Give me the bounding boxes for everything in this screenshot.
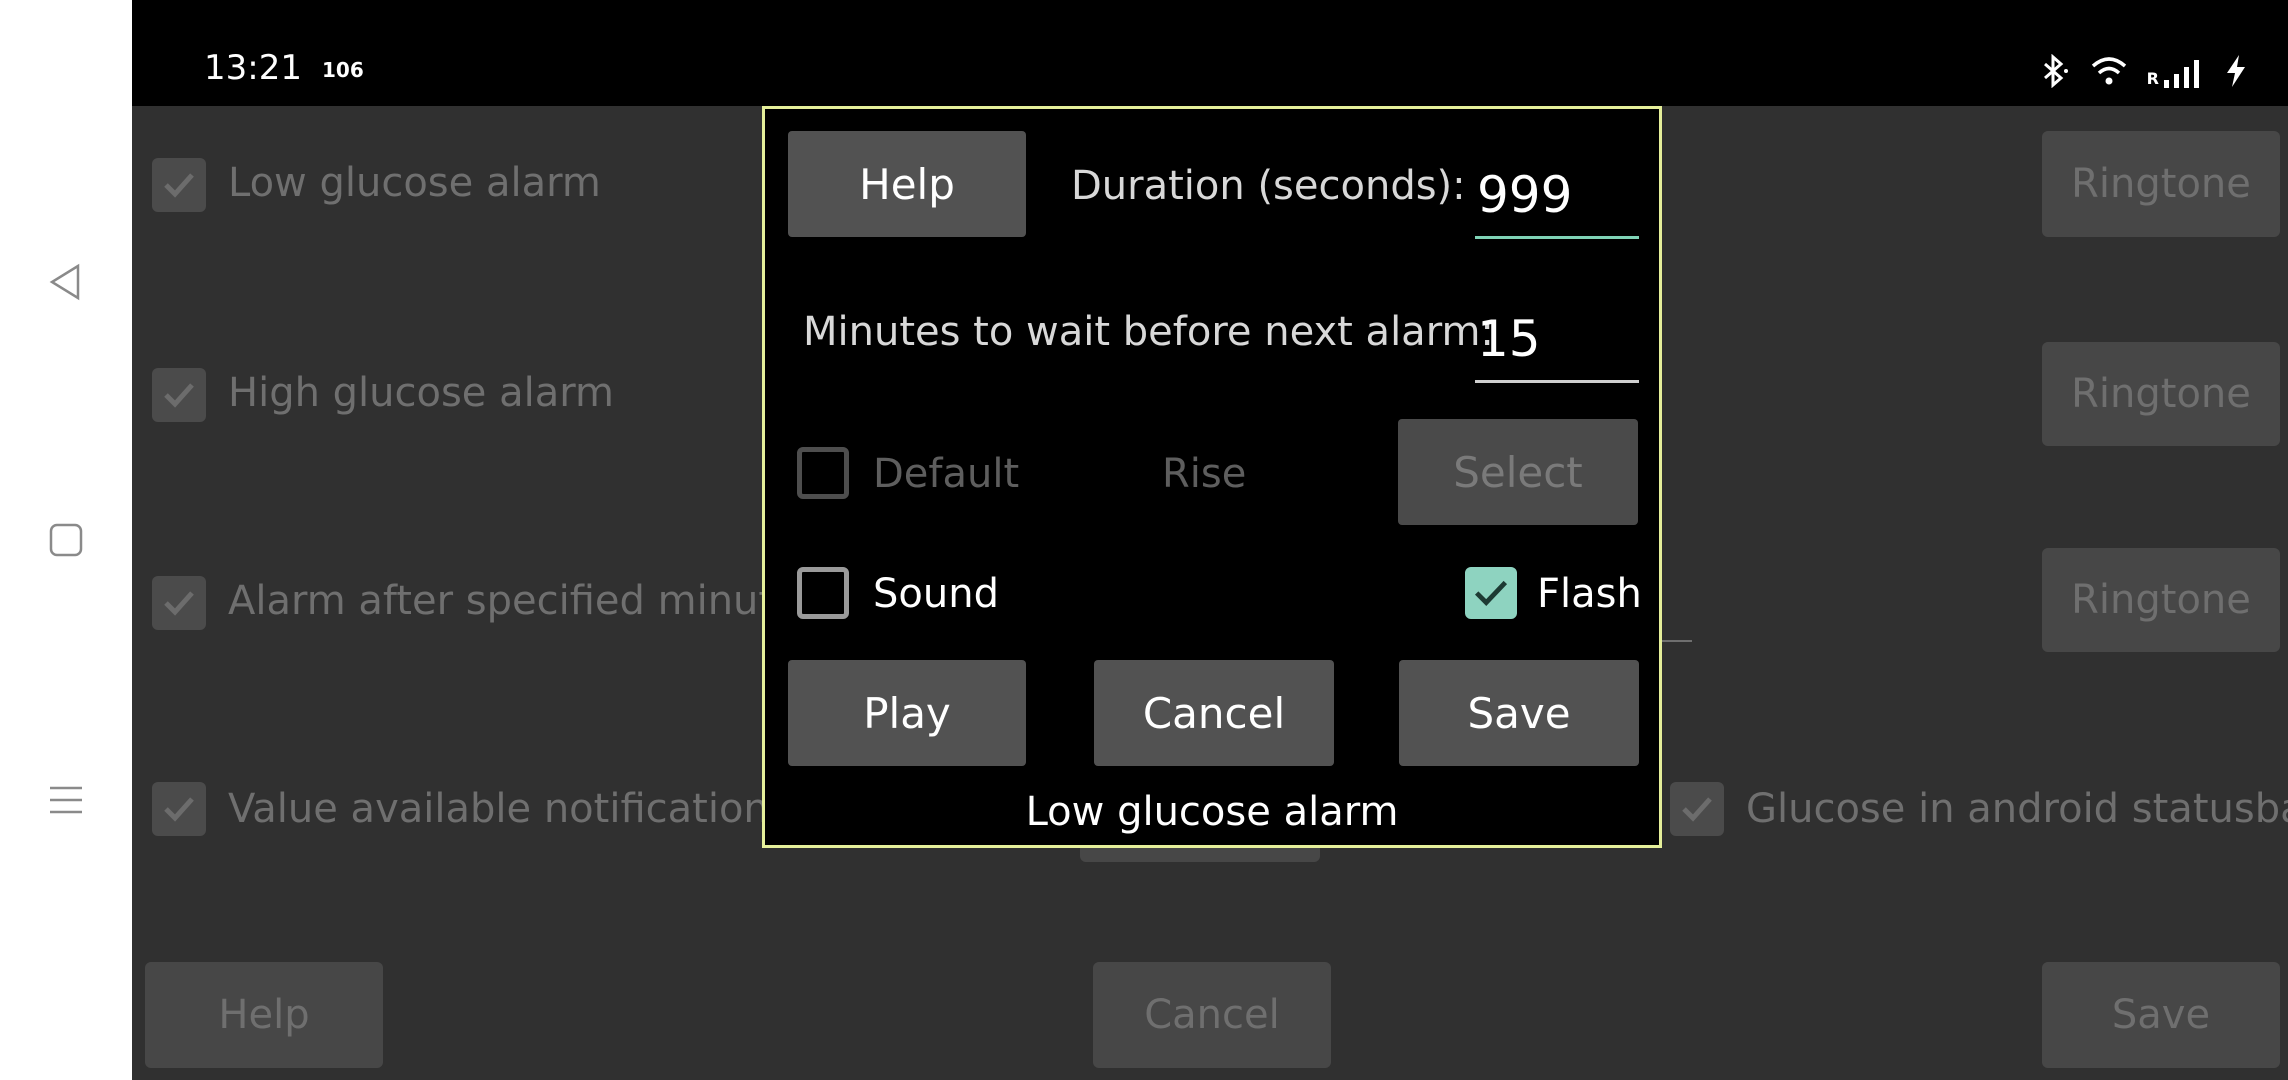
wait-minutes-input[interactable]: 15: [1475, 283, 1639, 383]
sound-label: Sound: [873, 571, 999, 617]
status-icons: R: [2037, 53, 2248, 92]
high-glucose-ringtone-button[interactable]: Ringtone: [2042, 342, 2280, 446]
checkmark-icon: [1474, 580, 1508, 606]
play-button[interactable]: Play: [788, 660, 1026, 766]
status-indicator: 106: [322, 58, 364, 82]
alarm-settings-dialog: Help Duration (seconds): 999 Minutes to …: [762, 106, 1662, 848]
status-time: 13:21: [204, 48, 302, 88]
select-ringtone-button[interactable]: Select: [1398, 419, 1638, 525]
statusbar-glucose-checkbox[interactable]: [1670, 782, 1724, 836]
signal-label: R: [2146, 69, 2159, 88]
alarm-after-minutes-label: Alarm after specified minute: [228, 578, 799, 624]
bluetooth-icon: [2037, 53, 2071, 92]
help-button[interactable]: Help: [788, 131, 1026, 237]
high-glucose-checkbox[interactable]: [152, 368, 206, 422]
low-glucose-ringtone-button[interactable]: Ringtone: [2042, 131, 2280, 237]
back-icon[interactable]: [44, 260, 88, 304]
duration-label: Duration (seconds):: [1071, 163, 1466, 209]
alarm-after-minutes-ringtone-button[interactable]: Ringtone: [2042, 548, 2280, 652]
wifi-icon: [2089, 54, 2129, 92]
background-help-button[interactable]: Help: [145, 962, 383, 1068]
wait-minutes-label: Minutes to wait before next alarm:: [803, 309, 1494, 355]
default-checkbox[interactable]: [797, 447, 849, 499]
duration-input[interactable]: 999: [1475, 139, 1639, 239]
value-notification-label: Value available notification: [228, 786, 769, 832]
background-field-underline: [1662, 640, 1692, 642]
flash-checkbox[interactable]: [1465, 567, 1517, 619]
cancel-button[interactable]: Cancel: [1094, 660, 1334, 766]
alarm-after-minutes-checkbox[interactable]: [152, 576, 206, 630]
status-bar: 13:21 106 R: [132, 0, 2288, 106]
ringtone-name: Rise: [1162, 451, 1247, 497]
default-label: Default: [873, 451, 1020, 497]
home-icon[interactable]: [44, 518, 88, 562]
dialog-title: Low glucose alarm: [1025, 789, 1399, 835]
flash-label: Flash: [1537, 571, 1642, 617]
menu-icon[interactable]: [44, 778, 88, 822]
save-button[interactable]: Save: [1399, 660, 1639, 766]
value-notification-checkbox[interactable]: [152, 782, 206, 836]
charging-icon: [2224, 54, 2248, 92]
low-glucose-label: Low glucose alarm: [228, 160, 601, 206]
navigation-bar: [0, 0, 132, 1080]
signal-icon: R: [2147, 58, 2206, 88]
low-glucose-checkbox[interactable]: [152, 158, 206, 212]
background-cancel-button[interactable]: Cancel: [1093, 962, 1331, 1068]
statusbar-glucose-label: Glucose in android statusbar: [1746, 786, 2288, 832]
high-glucose-label: High glucose alarm: [228, 370, 614, 416]
sound-checkbox[interactable]: [797, 567, 849, 619]
background-save-button[interactable]: Save: [2042, 962, 2280, 1068]
